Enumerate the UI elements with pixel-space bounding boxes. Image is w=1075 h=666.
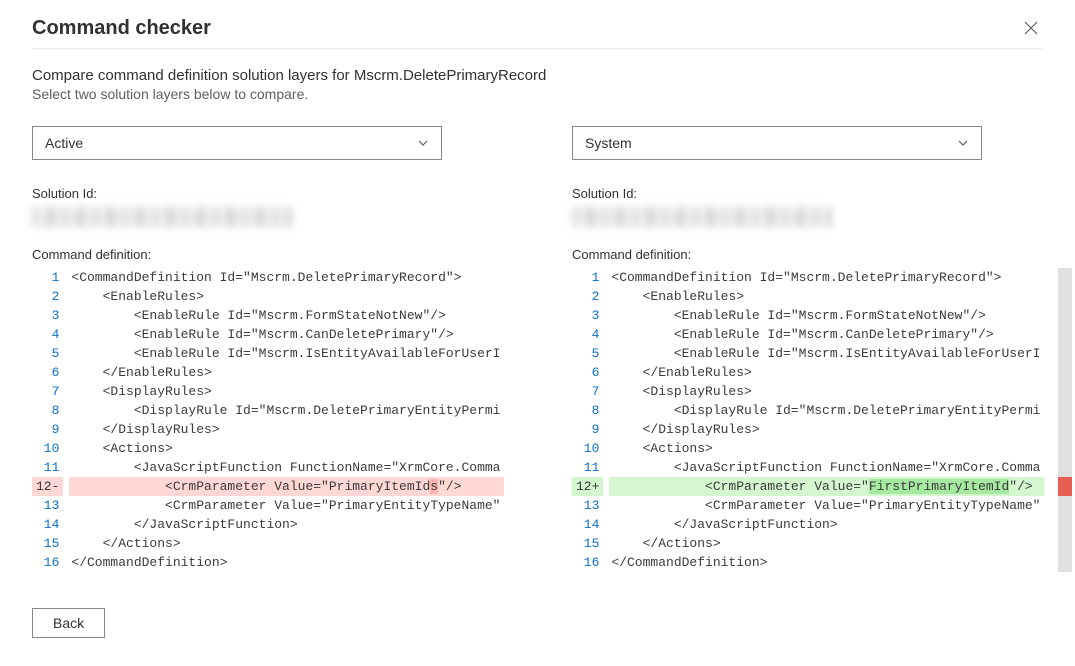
command-definition-label-right: Command definition: xyxy=(572,247,1044,262)
line-number: 7 xyxy=(572,382,603,401)
line-number: 9 xyxy=(572,420,603,439)
code-line: <EnableRules> xyxy=(69,287,504,306)
code-line: <EnableRule Id="Mscrm.CanDeletePrimary"/… xyxy=(69,325,504,344)
line-number: 7 xyxy=(32,382,63,401)
compare-heading: Compare command definition solution laye… xyxy=(32,67,1043,84)
code-line: <CrmParameter Value="PrimaryItemIds"/> xyxy=(69,477,504,496)
code-line: </JavaScriptFunction> xyxy=(69,515,504,534)
diff-minimap-marker[interactable] xyxy=(1058,477,1072,496)
back-button[interactable]: Back xyxy=(32,608,105,638)
solution-id-value-right xyxy=(572,207,832,227)
code-line: <EnableRule Id="Mscrm.IsEntityAvailableF… xyxy=(609,344,1044,363)
code-line: <CrmParameter Value="PrimaryEntityTypeNa… xyxy=(609,496,1044,515)
line-number: 16 xyxy=(32,553,63,572)
code-line: <CommandDefinition Id="Mscrm.DeletePrima… xyxy=(69,268,504,287)
layer-dropdown-left-value: Active xyxy=(45,135,83,151)
close-button[interactable] xyxy=(1019,16,1043,40)
code-line: </CommandDefinition> xyxy=(609,553,1044,572)
code-line: <EnableRule Id="Mscrm.FormStateNotNew"/> xyxy=(609,306,1044,325)
code-line: </Actions> xyxy=(69,534,504,553)
code-line: <DisplayRules> xyxy=(69,382,504,401)
code-line: <CommandDefinition Id="Mscrm.DeletePrima… xyxy=(609,268,1044,287)
dialog-title: Command checker xyxy=(32,17,211,40)
line-number: 10 xyxy=(572,439,603,458)
layer-column-right: System Solution Id: Command definition: … xyxy=(572,126,1044,572)
line-number: 4 xyxy=(572,325,603,344)
code-line: <CrmParameter Value="PrimaryEntityTypeNa… xyxy=(69,496,504,515)
code-line: <EnableRule Id="Mscrm.IsEntityAvailableF… xyxy=(69,344,504,363)
line-number: 11 xyxy=(32,458,63,477)
line-number: 6 xyxy=(32,363,63,382)
code-line: <EnableRule Id="Mscrm.FormStateNotNew"/> xyxy=(69,306,504,325)
code-line: <DisplayRule Id="Mscrm.DeletePrimaryEnti… xyxy=(69,401,504,420)
line-number: 12+ xyxy=(572,477,603,496)
code-line: <JavaScriptFunction FunctionName="XrmCor… xyxy=(69,458,504,477)
line-number: 14 xyxy=(572,515,603,534)
code-line: </CommandDefinition> xyxy=(69,553,504,572)
line-number: 13 xyxy=(32,496,63,515)
line-number: 10 xyxy=(32,439,63,458)
line-number: 3 xyxy=(572,306,603,325)
line-number: 13 xyxy=(572,496,603,515)
line-number: 5 xyxy=(32,344,63,363)
line-number: 8 xyxy=(572,401,603,420)
layer-dropdown-left[interactable]: Active xyxy=(32,126,442,160)
line-number: 16 xyxy=(572,553,603,572)
layer-dropdown-right[interactable]: System xyxy=(572,126,982,160)
line-number: 14 xyxy=(32,515,63,534)
line-number: 9 xyxy=(32,420,63,439)
code-diff-left[interactable]: 123456789101112-13141516 <CommandDefinit… xyxy=(32,268,504,572)
line-number: 1 xyxy=(32,268,63,287)
compare-hint: Select two solution layers below to comp… xyxy=(32,86,1043,102)
code-line: <CrmParameter Value="FirstPrimaryItemId"… xyxy=(609,477,1044,496)
code-line: <DisplayRules> xyxy=(609,382,1044,401)
chevron-down-icon xyxy=(417,137,429,149)
line-number: 15 xyxy=(32,534,63,553)
layer-column-left: Active Solution Id: Command definition: … xyxy=(32,126,504,572)
command-definition-label-left: Command definition: xyxy=(32,247,504,262)
code-diff-right[interactable]: 123456789101112+13141516 <CommandDefinit… xyxy=(572,268,1044,572)
code-line: </DisplayRules> xyxy=(609,420,1044,439)
line-number: 8 xyxy=(32,401,63,420)
solution-id-label-left: Solution Id: xyxy=(32,186,504,201)
code-line: <DisplayRule Id="Mscrm.DeletePrimaryEnti… xyxy=(609,401,1044,420)
code-line: </JavaScriptFunction> xyxy=(609,515,1044,534)
solution-id-label-right: Solution Id: xyxy=(572,186,1044,201)
line-number: 5 xyxy=(572,344,603,363)
line-number: 15 xyxy=(572,534,603,553)
line-number: 4 xyxy=(32,325,63,344)
code-line: </EnableRules> xyxy=(69,363,504,382)
line-number: 3 xyxy=(32,306,63,325)
line-number: 2 xyxy=(32,287,63,306)
code-line: <Actions> xyxy=(609,439,1044,458)
diff-minimap-track[interactable] xyxy=(1058,268,1072,572)
line-number: 11 xyxy=(572,458,603,477)
code-line: <EnableRule Id="Mscrm.CanDeletePrimary"/… xyxy=(609,325,1044,344)
code-line: </EnableRules> xyxy=(609,363,1044,382)
solution-id-value-left xyxy=(32,207,292,227)
code-line: </Actions> xyxy=(609,534,1044,553)
line-number: 6 xyxy=(572,363,603,382)
code-line: <EnableRules> xyxy=(609,287,1044,306)
close-icon xyxy=(1023,20,1039,36)
chevron-down-icon xyxy=(957,137,969,149)
code-line: <Actions> xyxy=(69,439,504,458)
layer-dropdown-right-value: System xyxy=(585,135,632,151)
code-line: <JavaScriptFunction FunctionName="XrmCor… xyxy=(609,458,1044,477)
code-line: </DisplayRules> xyxy=(69,420,504,439)
line-number: 2 xyxy=(572,287,603,306)
line-number: 12- xyxy=(32,477,63,496)
line-number: 1 xyxy=(572,268,603,287)
